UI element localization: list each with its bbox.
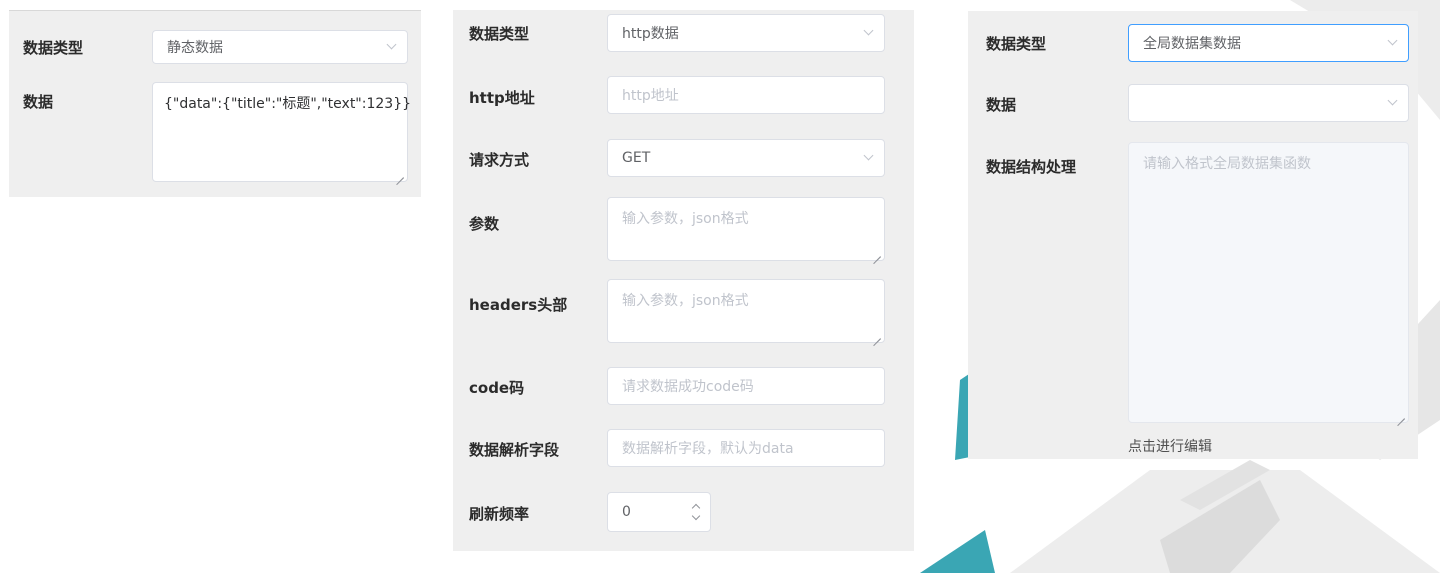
- params-textarea[interactable]: 输入参数，json格式: [607, 197, 885, 261]
- global-dataset-panel: 数据类型 全局数据集数据 数据 数据结构处理 请输入格式全局数据集函数 点击进行…: [968, 11, 1418, 459]
- data-type-label: 数据类型: [986, 35, 1047, 53]
- http-url-label: http地址: [469, 89, 535, 107]
- data-label: 数据: [986, 96, 1017, 114]
- data-textarea[interactable]: {"data":{"title":"标题","text":123}}: [152, 82, 412, 182]
- headers-label: headers头部: [469, 296, 568, 314]
- parse-field-label: 数据解析字段: [469, 441, 560, 459]
- data-type-select[interactable]: 静态数据: [152, 30, 408, 64]
- chevron-down-icon: [1387, 35, 1398, 46]
- code-placeholder: 请求数据成功code码: [622, 379, 754, 395]
- resize-handle-icon[interactable]: [873, 331, 881, 339]
- structure-processing-label: 数据结构处理: [986, 158, 1077, 176]
- code-label: code码: [469, 379, 525, 397]
- resize-handle-icon[interactable]: [1397, 411, 1405, 419]
- chevron-down-icon: [1387, 95, 1398, 106]
- resize-handle-icon[interactable]: [873, 249, 881, 257]
- data-type-value: 静态数据: [167, 40, 223, 56]
- data-label: 数据: [23, 93, 54, 111]
- refresh-rate-value: 0: [622, 504, 631, 520]
- data-type-select[interactable]: http数据: [607, 14, 885, 52]
- data-textarea-value: {"data":{"title":"标题","text":123}}: [164, 96, 412, 112]
- resize-handle-icon[interactable]: [396, 170, 404, 178]
- params-placeholder: 输入参数，json格式: [622, 211, 749, 227]
- data-type-select[interactable]: 全局数据集数据: [1128, 24, 1409, 62]
- click-to-edit-link[interactable]: 点击进行编辑: [1128, 436, 1212, 456]
- parse-field-input[interactable]: 数据解析字段，默认为data: [607, 429, 885, 467]
- refresh-rate-stepper[interactable]: 0: [607, 492, 711, 532]
- request-method-select[interactable]: GET: [607, 139, 885, 177]
- chevron-down-icon[interactable]: [691, 511, 701, 521]
- data-type-value: http数据: [622, 26, 679, 42]
- data-type-label: 数据类型: [469, 25, 530, 43]
- static-data-panel: 数据类型 静态数据 数据 {"data":{"title":"标题","text…: [9, 10, 421, 197]
- code-input[interactable]: 请求数据成功code码: [607, 367, 885, 405]
- headers-placeholder: 输入参数，json格式: [622, 293, 749, 309]
- request-method-label: 请求方式: [469, 151, 530, 169]
- request-method-value: GET: [622, 150, 651, 166]
- parse-field-placeholder: 数据解析字段，默认为data: [622, 441, 794, 457]
- headers-textarea[interactable]: 输入参数，json格式: [607, 279, 885, 343]
- chevron-down-icon: [863, 150, 874, 161]
- structure-processing-placeholder: 请输入格式全局数据集函数: [1143, 156, 1311, 172]
- http-url-input[interactable]: http地址: [607, 76, 885, 114]
- refresh-rate-label: 刷新频率: [469, 505, 530, 523]
- data-type-label: 数据类型: [23, 39, 84, 57]
- http-url-placeholder: http地址: [622, 88, 679, 104]
- params-label: 参数: [469, 215, 500, 233]
- stepper-controls[interactable]: [684, 493, 710, 531]
- http-data-panel: 数据类型 http数据 http地址 http地址 请求方式 GET 参数 输入…: [453, 10, 914, 551]
- dataset-select[interactable]: [1128, 84, 1409, 122]
- chevron-down-icon: [863, 25, 874, 36]
- chevron-down-icon: [386, 39, 397, 50]
- structure-processing-textarea[interactable]: 请输入格式全局数据集函数: [1128, 142, 1409, 423]
- data-type-value: 全局数据集数据: [1143, 36, 1241, 52]
